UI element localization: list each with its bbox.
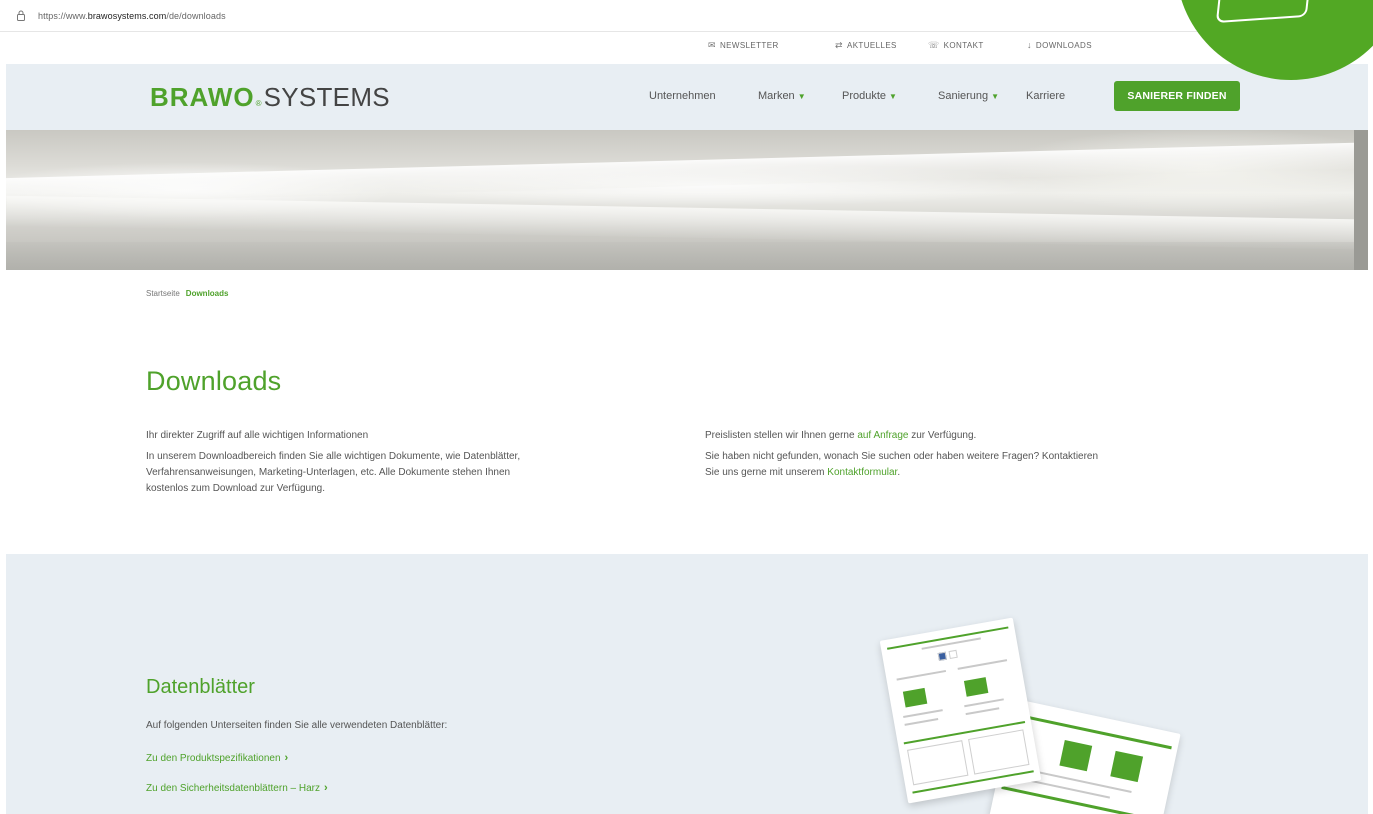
breadcrumb-current: Downloads <box>185 289 229 298</box>
breadcrumb: Startseite Downloads <box>146 289 228 298</box>
preislisten-text: Preislisten stellen wir Ihnen gerne <box>705 430 858 441</box>
newsletter-label: NEWSLETTER <box>719 41 779 50</box>
produktspezifikationen-link[interactable]: Zu den Produktspezifikationen › <box>146 752 288 764</box>
kontaktformular-link[interactable]: Kontaktformular <box>827 467 897 478</box>
sheet-text-line <box>896 669 947 681</box>
sheet-table-box <box>968 729 1030 775</box>
sheet-table-box <box>907 740 969 786</box>
sheet-logo-mark <box>937 651 947 661</box>
chevron-right-icon: › <box>284 752 289 764</box>
sicherheitsdatenblaetter-link[interactable]: Zu den Sicherheitsdatenblättern – Harz › <box>146 782 328 794</box>
sheet-text-line <box>965 707 1000 716</box>
auf-anfrage-link[interactable]: auf Anfrage <box>857 430 908 441</box>
nav-produkte[interactable]: Produkte ▼ <box>842 90 897 102</box>
hero-fold-decoration <box>6 242 1368 270</box>
page-info-icon[interactable] <box>14 9 28 23</box>
aktuelles-link[interactable]: ⇄ AKTUELLES <box>835 40 897 51</box>
brawo-systems-logo[interactable]: BRAWO ® SYSTEMS <box>150 82 390 113</box>
hero-fold-decoration <box>6 141 1368 205</box>
news-icon: ⇄ <box>835 40 843 50</box>
nav-produkte-label: Produkte <box>842 90 887 102</box>
nav-karriere[interactable]: Karriere <box>1026 90 1065 102</box>
newsletter-link[interactable]: ✉ NEWSLETTER <box>708 40 779 51</box>
datenblaetter-intro: Auf folgenden Unterseiten finden Sie all… <box>146 720 448 731</box>
aktuelles-label: AKTUELLES <box>846 41 897 50</box>
kontakt-paragraph: Sie haben nicht gefunden, wonach Sie suc… <box>705 449 1265 481</box>
nav-sanierung[interactable]: Sanierung ▼ <box>938 90 999 102</box>
caret-down-icon: ▼ <box>991 91 1000 101</box>
sheet-text-line <box>957 659 1008 670</box>
sheet-text-line <box>904 718 939 726</box>
sheet-green-block <box>1110 750 1144 783</box>
kontakt-line-end: . <box>897 467 901 478</box>
nav-unternehmen[interactable]: Unternehmen <box>649 90 716 102</box>
sheet-logo-mark <box>948 649 958 660</box>
sheet-green-block <box>902 687 928 708</box>
kontakt-line: Sie uns gerne mit unserem <box>705 467 828 478</box>
logo-systems: SYSTEMS <box>263 82 390 112</box>
intro-line: In unserem Downloadbereich finden Sie al… <box>146 451 521 462</box>
contact-icon: ☏ <box>928 40 940 50</box>
url-path: /de/downloads <box>166 10 226 21</box>
intro-line: kostenlos zum Download zur Verfügung. <box>146 483 325 494</box>
newsletter-icon: ✉ <box>708 40 716 50</box>
nav-marken-label: Marken <box>758 90 795 102</box>
sicherheitsdatenblaetter-label: Zu den Sicherheitsdatenblättern – Harz <box>146 782 320 794</box>
url-text[interactable]: https://www.brawosystems.com/de/download… <box>38 11 226 21</box>
breadcrumb-home-link[interactable]: Startseite <box>146 289 180 298</box>
caret-down-icon: ▼ <box>889 91 897 101</box>
kontakt-line: Sie haben nicht gefunden, wonach Sie suc… <box>705 451 1099 462</box>
kontakt-link[interactable]: ☏ KONTAKT <box>928 40 984 51</box>
nav-unternehmen-label: Unternehmen <box>649 90 716 102</box>
outline-shape-decoration <box>1215 0 1315 24</box>
intro-paragraph: In unserem Downloadbereich finden Sie al… <box>146 449 686 497</box>
sheet-text-line <box>903 709 943 719</box>
url-host: brawosystems.com <box>87 10 167 21</box>
url-prefix: https://www. <box>38 10 88 21</box>
sheet-green-block <box>963 677 989 697</box>
sheet-text-line <box>964 698 1004 708</box>
intro-right-column: Preislisten stellen wir Ihnen gerne auf … <box>705 428 1265 486</box>
preislisten-paragraph: Preislisten stellen wir Ihnen gerne auf … <box>705 428 1265 444</box>
chevron-right-icon: › <box>324 782 328 794</box>
nav-sanierung-label: Sanierung <box>938 90 989 102</box>
hero-edge-decoration <box>1354 130 1368 270</box>
datenblaetter-title: Datenblätter <box>146 676 255 698</box>
sanierer-finden-button[interactable]: SANIERER FINDEN <box>1114 81 1240 111</box>
site-header: BRAWO ® SYSTEMS Unternehmen Marken ▼ Pro… <box>6 64 1368 130</box>
logo-registered-mark: ® <box>255 99 262 108</box>
page-title: Downloads <box>146 366 282 396</box>
browser-address-bar[interactable]: https://www.brawosystems.com/de/download… <box>0 0 1373 32</box>
sheet-green-block <box>1059 740 1093 772</box>
downloads-link[interactable]: ↓ DOWNLOADS <box>1027 40 1092 50</box>
download-icon: ↓ <box>1027 40 1032 50</box>
caret-down-icon: ▼ <box>797 91 806 101</box>
produktspezifikationen-label: Zu den Produktspezifikationen <box>146 752 281 764</box>
nav-karriere-label: Karriere <box>1026 90 1066 102</box>
intro-lead: Ihr direkter Zugriff auf alle wichtigen … <box>146 430 369 441</box>
downloads-label: DOWNLOADS <box>1035 40 1092 50</box>
intro-line: Verfahrensanweisungen, Marketing-Unterla… <box>146 467 511 478</box>
hero-banner-image <box>6 130 1368 270</box>
nav-marken[interactable]: Marken ▼ <box>758 90 806 102</box>
intro-left-column: Ihr direkter Zugriff auf alle wichtigen … <box>146 428 686 502</box>
logo-brawo: BRAWO <box>150 82 255 112</box>
kontakt-label: KONTAKT <box>943 41 984 50</box>
preislisten-text-end: zur Verfügung. <box>908 430 977 441</box>
utility-bar: ✉ NEWSLETTER ⇄ AKTUELLES ☏ KONTAKT ↓ DOW… <box>0 36 1373 58</box>
datasheet-front-image <box>879 617 1042 804</box>
